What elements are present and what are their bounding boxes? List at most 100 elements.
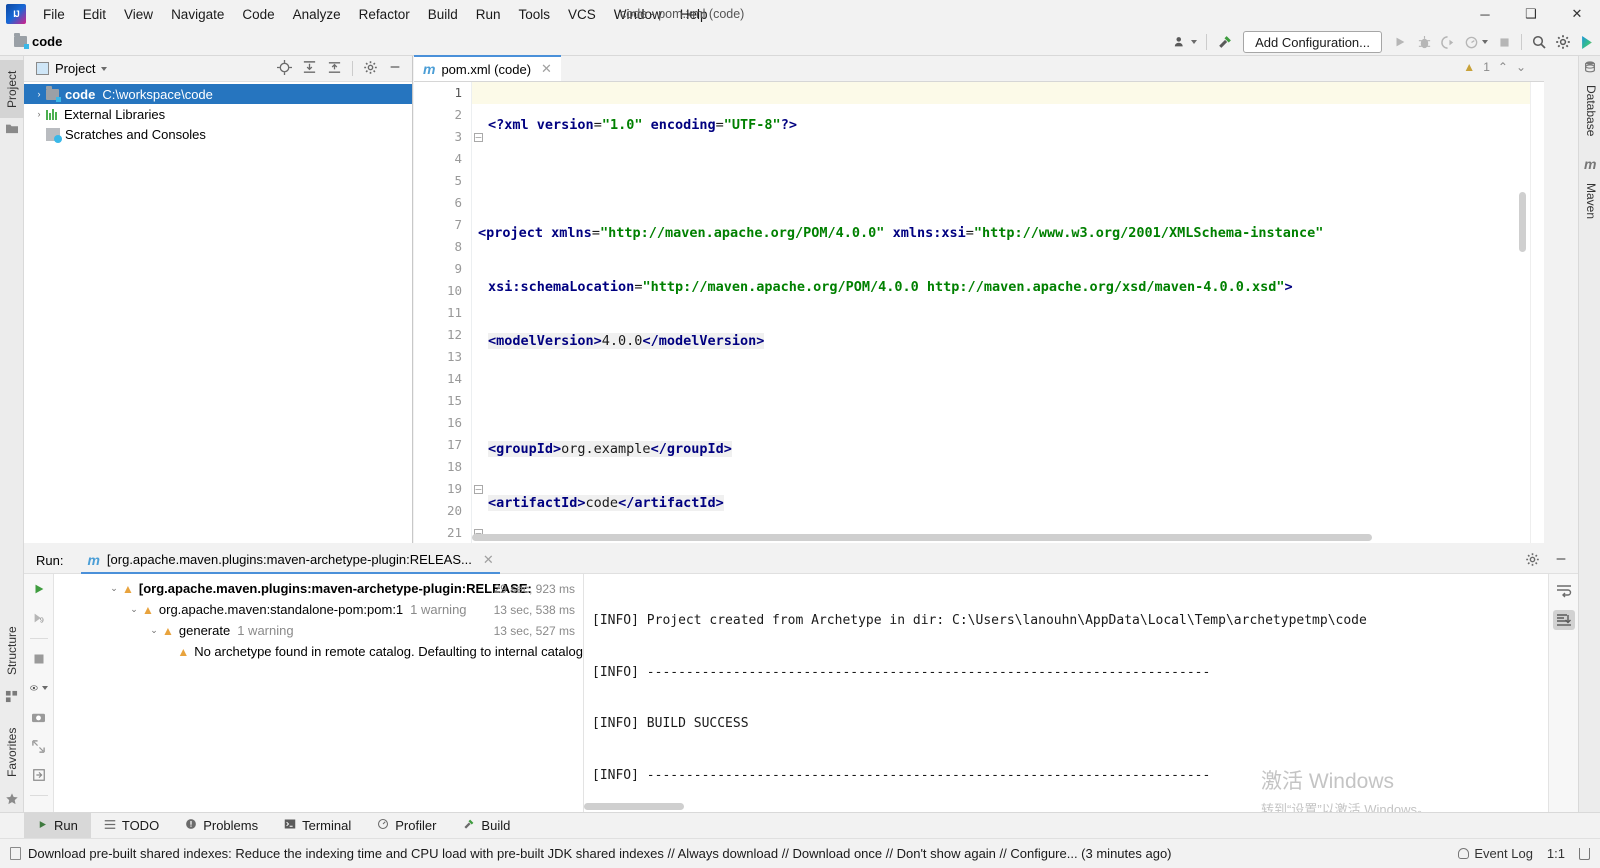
caret-position[interactable]: 1:1 [1547, 846, 1565, 861]
line-number: 3 [454, 129, 462, 144]
line-number: 12 [446, 327, 462, 342]
inspection-widget[interactable]: ▲ 1 ⌃ ⌄ [1463, 60, 1526, 74]
close-icon[interactable]: ✕ [483, 552, 494, 568]
tab-todo[interactable]: TODO [91, 813, 172, 839]
chevron-down-icon[interactable]: ⌄ [1516, 60, 1526, 74]
build-tree-row[interactable]: ⌄ ▲ org.apache.maven:standalone-pom:pom:… [54, 599, 583, 620]
filter-icon[interactable] [29, 679, 48, 697]
tab-profiler[interactable]: Profiler [364, 813, 449, 839]
bottom-tool-window-bar: Run TODO Problems Terminal Profiler Buil… [0, 812, 1600, 839]
profile-icon[interactable] [1460, 31, 1492, 53]
run-configuration-tab[interactable]: m [org.apache.maven.plugins:maven-archet… [81, 548, 500, 574]
minimize-icon[interactable] [388, 60, 402, 77]
tree-node-scratches[interactable]: Scratches and Consoles [24, 124, 412, 144]
menu-item-build[interactable]: Build [419, 3, 467, 26]
menu-item-run[interactable]: Run [467, 3, 510, 26]
rerun-icon[interactable] [30, 580, 48, 598]
debug-icon[interactable] [1412, 31, 1436, 53]
build-tree-time: 13 sec, 527 ms [493, 623, 575, 638]
build-tree-row[interactable]: ⌄ ▲ generate 1 warning 13 sec, 527 ms [54, 620, 583, 641]
status-message[interactable]: Download pre-built shared indexes: Reduc… [10, 846, 1172, 861]
chevron-right-icon[interactable]: › [32, 109, 46, 119]
menu-item-tools[interactable]: Tools [510, 3, 560, 26]
rerun-failed-icon[interactable]: 9 [30, 609, 48, 627]
svg-text:9: 9 [39, 617, 43, 624]
sidebar-item-project[interactable]: Project [0, 60, 24, 118]
menu-item-file[interactable]: File [34, 3, 74, 26]
profiler-icon [377, 818, 389, 833]
sidebar-item-database[interactable]: Database [1579, 78, 1600, 144]
todo-icon [104, 818, 116, 833]
maven-icon: m [87, 551, 100, 568]
maximize-button[interactable]: ❑ [1508, 0, 1554, 28]
build-tree-note: 1 warning [410, 602, 467, 617]
chevron-up-icon[interactable]: ⌃ [1498, 60, 1508, 74]
tree-node-external-libraries[interactable]: › External Libraries [24, 104, 412, 124]
tab-terminal[interactable]: Terminal [271, 813, 364, 839]
chevron-down-icon[interactable]: ⌄ [106, 583, 122, 594]
status-message-text: Download pre-built shared indexes: Reduc… [28, 846, 1172, 861]
soft-wrap-icon[interactable] [1555, 582, 1573, 600]
menu-item-navigate[interactable]: Navigate [162, 3, 233, 26]
close-button[interactable]: ✕ [1554, 0, 1600, 28]
build-tree-row[interactable]: ▲ No archetype found in remote catalog. … [54, 641, 583, 662]
import-icon[interactable] [30, 766, 48, 784]
stop-icon[interactable] [1492, 31, 1516, 53]
editor-gutter[interactable]: 1 2 3 4 5 6 7 8 9 10 11 12 13 14 15 16 1… [414, 82, 472, 543]
code-content[interactable]: <?xml version="1.0" encoding="UTF-8"?> <… [472, 82, 1544, 543]
scroll-to-end-icon[interactable] [1552, 610, 1575, 630]
collapse-all-icon[interactable] [327, 60, 342, 78]
inspection-warning-count: 1 [1483, 60, 1490, 74]
scratches-icon [46, 127, 62, 143]
menu-item-vcs[interactable]: VCS [559, 3, 605, 26]
chevron-right-icon[interactable]: › [32, 89, 46, 99]
breadcrumb[interactable]: code [14, 33, 62, 49]
menu-item-edit[interactable]: Edit [74, 3, 115, 26]
event-log-button[interactable]: Event Log [1458, 846, 1533, 861]
camera-icon[interactable] [30, 708, 48, 726]
locate-icon[interactable] [277, 59, 292, 78]
build-tree-row[interactable]: ⌄ ▲ [org.apache.maven.plugins:maven-arch… [54, 578, 583, 599]
console-horizontal-scrollbar[interactable] [584, 803, 684, 810]
menu-item-code[interactable]: Code [233, 3, 283, 26]
search-icon[interactable] [1527, 31, 1551, 53]
close-icon[interactable]: ✕ [541, 61, 552, 77]
terminal-icon [284, 818, 296, 833]
event-log-label: Event Log [1474, 846, 1533, 861]
add-configuration-button[interactable]: Add Configuration... [1243, 31, 1382, 53]
main-toolbar: Add Configuration... [1169, 28, 1600, 56]
sidebar-item-maven[interactable]: Maven [1579, 174, 1600, 228]
hammer-icon[interactable] [1212, 31, 1237, 53]
gear-icon[interactable] [363, 60, 378, 78]
sidebar-item-structure[interactable]: Structure [0, 616, 24, 686]
editor-tab-pom-xml[interactable]: m pom.xml (code) ✕ [414, 55, 561, 81]
code-editor[interactable]: 1 2 3 4 5 6 7 8 9 10 11 12 13 14 15 16 1… [414, 82, 1544, 543]
account-icon[interactable] [1169, 31, 1201, 53]
gear-icon[interactable] [1525, 552, 1540, 570]
expand-icon[interactable] [30, 737, 48, 755]
tab-run[interactable]: Run [24, 812, 91, 839]
console-output[interactable]: [INFO] Project created from Archetype in… [584, 574, 1548, 812]
chevron-down-icon[interactable]: ⌄ [126, 604, 142, 615]
run-icon[interactable] [1388, 31, 1412, 53]
gear-icon[interactable] [1551, 31, 1575, 53]
minimize-button[interactable]: ─ [1462, 0, 1508, 28]
ide-updates-icon[interactable] [1575, 31, 1600, 53]
menu-item-view[interactable]: View [115, 3, 162, 26]
tab-build[interactable]: Build [449, 813, 523, 839]
tab-problems[interactable]: Problems [172, 813, 271, 839]
minimize-icon[interactable] [1554, 552, 1568, 569]
chevron-down-icon[interactable]: ⌄ [146, 625, 162, 636]
editor-horizontal-scrollbar[interactable] [472, 534, 1372, 541]
lock-icon[interactable] [1579, 847, 1590, 860]
stop-icon[interactable] [30, 650, 48, 668]
inspection-strip[interactable] [1530, 82, 1544, 543]
menu-item-refactor[interactable]: Refactor [350, 3, 419, 26]
chevron-down-icon[interactable] [101, 66, 108, 71]
menu-item-analyze[interactable]: Analyze [284, 3, 350, 26]
sidebar-item-favorites[interactable]: Favorites [0, 716, 24, 788]
coverage-icon[interactable] [1436, 31, 1460, 53]
editor-vertical-scrollbar[interactable] [1519, 192, 1526, 252]
tree-node-code[interactable]: › code C:\workspace\code [24, 84, 412, 104]
expand-all-icon[interactable] [302, 60, 317, 78]
